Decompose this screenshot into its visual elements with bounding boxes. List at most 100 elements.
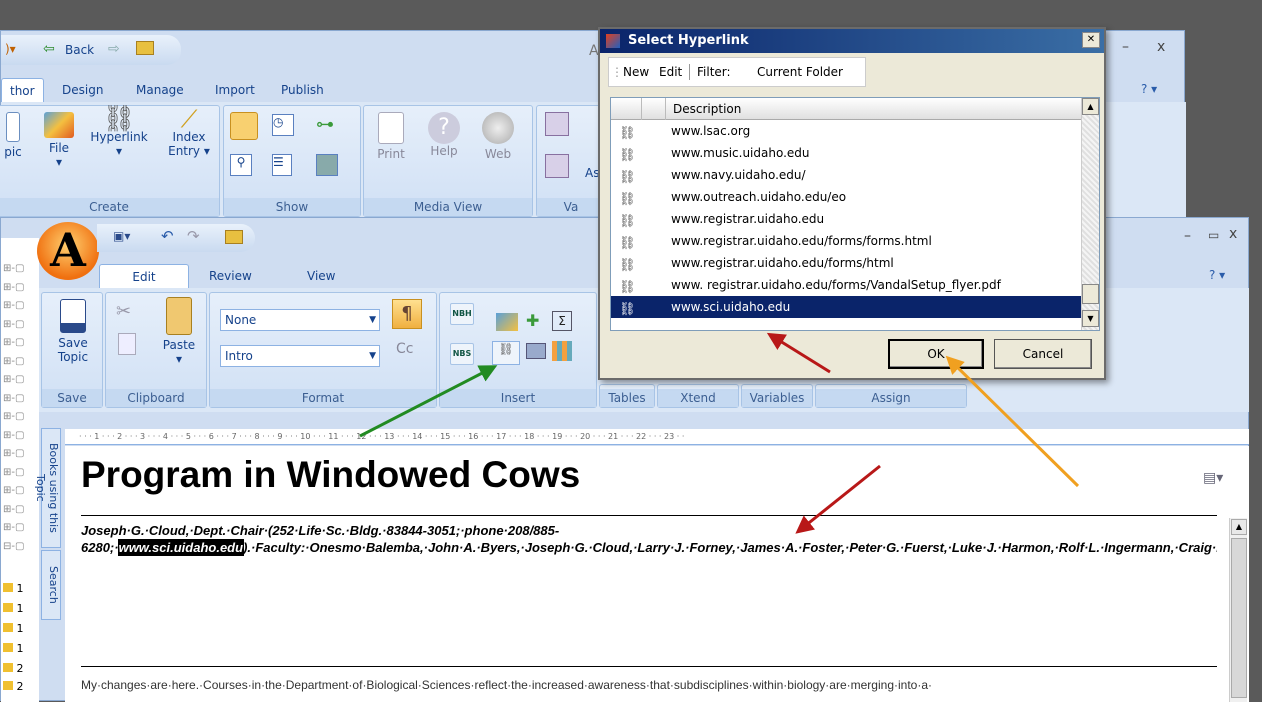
index-entry-button[interactable]: ⟋ Index Entry ▾: [161, 107, 217, 158]
pilcrow-button[interactable]: ¶: [392, 299, 422, 329]
list-item[interactable]: ⛓ www.outreach.uidaho.edu/eo: [611, 186, 1081, 208]
page-view-icon[interactable]: [230, 112, 258, 140]
side-tab-search[interactable]: Search: [41, 550, 61, 620]
undo-icon[interactable]: ↶: [161, 227, 174, 245]
qat-dropdown-icon[interactable]: )▾: [5, 42, 16, 56]
group-variables-label: Variables: [742, 389, 812, 407]
scroll-down-button[interactable]: ▼: [1082, 310, 1099, 327]
list-item[interactable]: ⛓ www.navy.uidaho.edu/: [611, 164, 1081, 186]
clock-view-icon[interactable]: ◷: [272, 114, 294, 136]
save-small-icon[interactable]: ▣▾: [113, 229, 130, 243]
picture-icon[interactable]: [526, 343, 546, 359]
paste-button[interactable]: Paste ▾: [156, 297, 202, 366]
web-button[interactable]: Web: [478, 112, 518, 161]
front-help-button[interactable]: ? ▾: [1209, 268, 1225, 282]
grid-icon[interactable]: [552, 341, 572, 361]
link-icon: ⛓: [619, 302, 636, 317]
menu-edit[interactable]: Edit: [659, 58, 682, 86]
tab-edit[interactable]: Edit: [99, 264, 189, 288]
selected-hyperlink[interactable]: www.sci.uidaho.edu: [117, 539, 245, 556]
tree-view-icon[interactable]: ⊶: [316, 114, 334, 135]
filter-value[interactable]: Current Folder: [757, 58, 843, 86]
tree-folder-6[interactable]: 2: [3, 680, 24, 693]
variable2-icon[interactable]: [545, 154, 569, 178]
scroll-thumb[interactable]: [1231, 538, 1247, 698]
tab-design[interactable]: Design: [54, 78, 111, 102]
column-description[interactable]: Description: [673, 98, 741, 120]
help-button[interactable]: ? Help: [424, 112, 464, 158]
save-topic-button[interactable]: Save Topic: [46, 299, 100, 364]
tab-publish[interactable]: Publish: [273, 78, 332, 102]
case-button[interactable]: Cc: [396, 341, 413, 357]
nbh-button[interactable]: NBH: [450, 303, 474, 325]
cancel-button[interactable]: Cancel: [994, 339, 1092, 369]
list-item[interactable]: ⛓ www.registrar.uidaho.edu/forms/forms.ht…: [611, 230, 1081, 252]
list-item[interactable]: ⛓ www.sci.uidaho.edu: [611, 296, 1081, 318]
scroll-thumb[interactable]: [1082, 284, 1099, 304]
style-select-none[interactable]: None ▼: [220, 309, 380, 331]
list-scrollbar[interactable]: ▲ ▼: [1081, 98, 1099, 330]
group-assign: Assign: [815, 384, 967, 408]
list-item[interactable]: ⛓ www.lsac.org: [611, 120, 1081, 142]
topic-button[interactable]: pic: [0, 112, 27, 159]
scroll-up-button[interactable]: ▲: [1231, 519, 1247, 535]
puzzle-icon[interactable]: ✚: [526, 311, 539, 330]
vertical-scrollbar[interactable]: ▲: [1229, 518, 1247, 702]
tree-folder-3[interactable]: 1: [3, 622, 24, 635]
select-hyperlink-dialog: Select Hyperlink ✕ ⋮ New Edit Filter: Cu…: [598, 27, 1106, 380]
tab-view[interactable]: View: [299, 264, 343, 288]
document-options-icon[interactable]: ▤▾: [1203, 470, 1223, 486]
nbs-button[interactable]: NBS: [450, 343, 474, 365]
tree-folder-2[interactable]: 1: [3, 602, 24, 615]
tab-author[interactable]: thor: [1, 78, 44, 102]
search-view-icon[interactable]: ⚲: [230, 154, 252, 176]
list-item[interactable]: ⛓ www. registrar.uidaho.edu/forms/VandalS…: [611, 274, 1081, 296]
document-view-icon[interactable]: ☰: [272, 154, 292, 176]
menu-new[interactable]: New: [623, 58, 649, 86]
style-select-intro[interactable]: Intro ▼: [220, 345, 380, 367]
side-tab-books[interactable]: Books using this Topic: [34, 428, 61, 548]
tree-folder-5[interactable]: 2: [3, 662, 24, 675]
index-pin-icon: ⟋: [180, 105, 198, 133]
group-save: Save Topic Save: [41, 292, 103, 408]
folder-open-icon[interactable]: [225, 230, 243, 244]
group-format: None ▼ Intro ▼ ¶ Cc Format: [209, 292, 437, 408]
back-close-button[interactable]: x: [1157, 39, 1165, 55]
find-view-icon[interactable]: [316, 154, 338, 176]
group-create-label: Create: [0, 198, 219, 216]
front-maximize-button[interactable]: ▭: [1208, 228, 1219, 242]
hyperlink-button[interactable]: ⛓ Hyperlink ▾: [89, 106, 149, 158]
copy-icon[interactable]: [118, 333, 136, 355]
forward-arrow-icon[interactable]: ⇨: [108, 41, 120, 57]
list-item[interactable]: ⛓ www.registrar.uidaho.edu/forms/html: [611, 252, 1081, 274]
tab-manage[interactable]: Manage: [128, 78, 192, 102]
file-button[interactable]: File ▾: [39, 112, 79, 169]
front-close-button[interactable]: x: [1229, 226, 1237, 242]
image-insert-icon[interactable]: [496, 313, 518, 331]
sigma-icon[interactable]: Σ: [552, 311, 572, 331]
folder-icon: [3, 603, 13, 612]
cut-icon[interactable]: ✂: [116, 301, 131, 322]
tree-folder-1[interactable]: 1: [3, 582, 24, 595]
tab-review[interactable]: Review: [201, 264, 260, 288]
folder-icon[interactable]: [136, 41, 154, 55]
scroll-up-button[interactable]: ▲: [1082, 98, 1099, 115]
ok-button[interactable]: OK: [888, 339, 984, 369]
front-minimize-button[interactable]: –: [1184, 228, 1191, 244]
back-button[interactable]: Back: [65, 43, 94, 57]
tree-folder-4[interactable]: 1: [3, 642, 24, 655]
back-arrow-icon[interactable]: ⇦: [43, 41, 55, 57]
redo-icon[interactable]: ↷: [187, 227, 200, 245]
save-icon: [60, 299, 86, 333]
print-button[interactable]: Print: [372, 112, 410, 161]
hyperlink-insert-icon[interactable]: ⛓: [492, 341, 520, 365]
dialog-close-button[interactable]: ✕: [1082, 32, 1100, 48]
back-minimize-button[interactable]: –: [1122, 39, 1129, 55]
group-variables: Variables: [741, 384, 813, 408]
tab-import[interactable]: Import: [207, 78, 263, 102]
chevron-down-icon: ▼: [369, 351, 376, 361]
list-item[interactable]: ⛓ www.registrar.uidaho.edu: [611, 208, 1081, 230]
variable-icon[interactable]: [545, 112, 569, 136]
list-item[interactable]: ⛓ www.music.uidaho.edu: [611, 142, 1081, 164]
back-help-button[interactable]: ? ▾: [1141, 82, 1157, 96]
